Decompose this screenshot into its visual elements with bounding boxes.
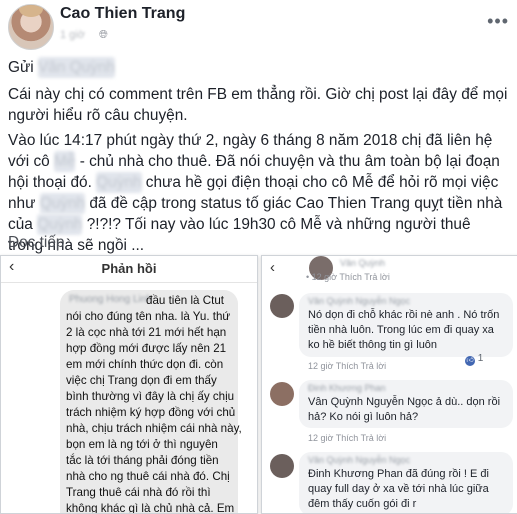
message-line: nhà, chịu trách nhiệm cái nhà này,: [66, 422, 242, 435]
comment-actions[interactable]: 12 giờ Thích Trả lời: [308, 361, 386, 371]
comment-text: Nó dọn đi chỗ khác rồi nè anh . Nó trốn: [308, 309, 500, 321]
post-paragraph-1: Cái này chị có comment trên FB em thẳng …: [8, 86, 508, 124]
redacted-name: Quỳnh: [96, 172, 142, 193]
comment-text: Đinh Khương Phan đã đúng rồi ! E đi: [308, 468, 489, 480]
comment-text: Vân Quỳnh Nguyễn Ngọc ả dù.. dọn rồi: [308, 396, 501, 408]
message-line: Trang thuê cái nhà đó rồi thì: [66, 486, 211, 499]
like-icon: 👍︎: [465, 356, 475, 366]
post-time[interactable]: 1 giờ: [60, 29, 85, 41]
commenter-name[interactable]: Đinh Khương Phan: [308, 383, 385, 393]
more-options-icon[interactable]: •••: [487, 11, 509, 32]
message-line: 2 là cọc nhà tới 21 mới hết hạn: [66, 326, 227, 339]
comment-text: quay full day ở xa về tới nhà lúc giữa: [308, 483, 489, 495]
message-sender: Phuong Hong Linh: [69, 294, 152, 305]
comment-actions[interactable]: • 12 giờ Thích Trả lời: [306, 272, 390, 282]
commenter-avatar: [270, 454, 294, 478]
message-line: bình thường vì đây là chị ấy chịu: [66, 390, 235, 403]
see-more-link[interactable]: Đọc tiếp: [8, 234, 64, 252]
message-line: em mới chính thức dọn đi. còn: [66, 358, 224, 371]
commenter-avatar: [270, 294, 294, 318]
message-line: việc chị Trang dọn đi em thấy: [66, 374, 217, 387]
redacted-name: Quỳnh: [37, 214, 83, 235]
redacted-name: Vân Quỳnh: [37, 57, 115, 78]
message-line: tắc là tới tháng phải đóng tiền: [66, 454, 219, 467]
author-name[interactable]: Cao Thien Trang: [60, 5, 185, 23]
comment-actions[interactable]: 12 giờ Thích Trả lời: [308, 433, 386, 443]
message-line: bọn em là ng tới ở thì nguyên: [66, 438, 218, 451]
attached-screenshot-messages[interactable]: ‹ Phản hồi Phuong Hong Linh đầu tiên là …: [0, 255, 258, 514]
attached-screenshot-comments[interactable]: ‹ Vân Quỳnh • 12 giờ Thích Trả lời Vân Q…: [261, 255, 517, 514]
message-line: trách nhiệm ký hợp đồng với chủ: [66, 406, 236, 419]
message-title: Phản hồi: [101, 261, 157, 276]
message-line: không khác gì là chủ nhà cả. Em: [66, 502, 235, 514]
commenter-name[interactable]: Vân Quỳnh Nguyễn Ngọc: [308, 296, 410, 306]
post-greeting: Gửi Vân Quỳnh: [8, 57, 115, 78]
commenter-name[interactable]: Vân Quỳnh Nguyễn Ngọc: [308, 455, 410, 465]
message-header: ‹ Phản hồi: [1, 256, 257, 283]
comment-text: hả? Ko nói gì luôn hả?: [308, 411, 419, 423]
message-line: đầu tiên là Ctut: [146, 294, 224, 307]
comment-text: ko hề biết thông tin gì luôn: [308, 339, 438, 351]
globe-icon: 🌐︎: [99, 29, 108, 41]
comment-text: đêm thấy cuốn gói đi r: [308, 498, 417, 510]
message-line: hợp đồng mới được lấy nên 21: [66, 342, 227, 355]
message-line: nói cho đúng tên nha. là Yu. thứ: [66, 310, 231, 323]
post-header: Cao Thien Trang 1 giờ 🌐︎ •••: [0, 0, 517, 52]
commenter-avatar: [270, 382, 294, 406]
message-line: nhà cho ng thuê cái nhà đó. Chị: [66, 470, 230, 483]
post-paragraph-2: Vào lúc 14:17 phút ngày thứ 2, ngày 6 th…: [8, 132, 503, 254]
redacted-name: Mễ: [54, 151, 76, 172]
comment-text: tiền nhà luôn. Trong lúc em đi quay xa: [308, 324, 494, 336]
author-avatar[interactable]: [8, 4, 54, 50]
reaction-count[interactable]: 👍︎ 1: [465, 353, 483, 366]
commenter-name: Vân Quỳnh: [340, 258, 386, 268]
redacted-name: Quỳnh: [39, 193, 86, 214]
back-arrow-icon[interactable]: ‹: [270, 259, 275, 276]
